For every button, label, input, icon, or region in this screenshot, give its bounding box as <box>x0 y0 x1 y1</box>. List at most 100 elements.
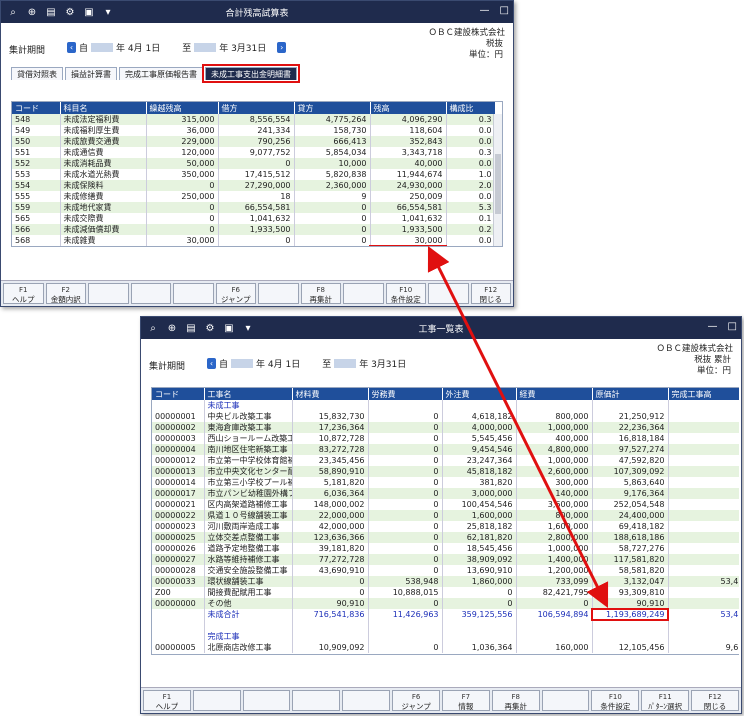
function-key-12[interactable]: F12 閉じる <box>470 283 511 304</box>
function-key-4[interactable] <box>292 690 341 711</box>
table-cell: 市立第一中学校体育館補修 <box>204 455 293 466</box>
prev-period-button[interactable]: ‹ <box>207 358 216 369</box>
table-cell: 1,000,000 <box>516 422 593 433</box>
function-key-6[interactable]: F6 ジャンプ <box>215 283 256 304</box>
function-key-4[interactable] <box>130 283 171 304</box>
table-cell: 00000028 <box>152 565 205 576</box>
tab-income-statement[interactable]: 損益計算書 <box>65 67 117 80</box>
search-plus-icon[interactable]: ⌕ <box>146 321 160 335</box>
column-header: 科目名 <box>60 102 147 114</box>
table-row[interactable]: 555 未成修繕費 250,000 18 9 250,009 0.0 <box>12 191 496 202</box>
table-row[interactable]: 553 未成水道光熱費 350,000 17,415,512 5,820,838 11,9… <box>12 169 496 180</box>
table-row[interactable]: 550 未成旅費交通費 229,000 790,256 666,413 352,843 0.… <box>12 136 496 147</box>
print-icon[interactable]: ▤ <box>44 5 58 19</box>
window-controls: — □ <box>480 5 509 16</box>
search-plus-icon[interactable]: ⌕ <box>6 5 20 19</box>
function-key-12[interactable]: F12 閉じる <box>691 690 739 711</box>
function-key-5[interactable] <box>173 283 214 304</box>
table-row[interactable]: 00000023 河川敷両岸造成工事 42,000,000 0 25,818,182 1,… <box>152 521 739 532</box>
minimize-icon[interactable]: — <box>480 5 490 16</box>
table-row[interactable]: 00000002 東海倉庫改築工事 17,236,364 0 4,000,000 1,00… <box>152 422 739 433</box>
function-key-9[interactable] <box>541 690 590 711</box>
table-row[interactable]: 00000026 道路予定地整備工事 39,181,820 0 18,545,456 1,… <box>152 543 739 554</box>
function-key-7[interactable] <box>258 283 299 304</box>
table-row[interactable]: 559 未成地代家賃 0 66,554,581 0 66,554,581 5.3 <box>12 202 496 213</box>
function-key-8[interactable]: F8 再集計 <box>300 283 341 304</box>
dropdown-icon[interactable]: ▾ <box>241 321 255 335</box>
table-row[interactable]: 551 未成通信費 120,000 9,077,752 5,854,034 3,343,7… <box>12 147 496 158</box>
function-key-7[interactable]: F7 情報 <box>441 690 490 711</box>
dropdown-icon[interactable]: ▾ <box>101 5 115 19</box>
table-row[interactable]: 00000013市立中央文化センター耐震補修58,890,910045,818,… <box>152 466 739 477</box>
table-row[interactable]: 548 未成法定福利費 315,000 8,556,554 4,775,264 4,096… <box>12 114 496 125</box>
table-row[interactable]: 00000000 その他 90,910 0 0 0 90,910 <box>152 598 739 609</box>
table-row[interactable]: 00000001 中央ビル改築工事 15,832,730 0 4,618,182 800,… <box>152 411 739 422</box>
function-key-10[interactable]: F10 条件設定 <box>591 690 640 711</box>
table-cell: 38,909,092 <box>442 554 517 565</box>
table-row[interactable]: 00000012市立第一中学校体育館補修23,345,456023,247,36… <box>152 455 739 466</box>
function-key-10[interactable]: F10 条件設定 <box>385 283 426 304</box>
function-key-11[interactable] <box>428 283 469 304</box>
function-key-2[interactable] <box>192 690 241 711</box>
table-row[interactable]: 00000022 県道１０号線舗装工事 22,000,000 0 1,600,000 80… <box>152 510 739 521</box>
function-key-11[interactable]: F11 ﾊﾟﾀｰﾝ選択 <box>641 690 690 711</box>
table-cell: 0.0 <box>446 191 496 202</box>
table-row[interactable]: 549 未成福利厚生費 36,000 241,334 158,730 118,604 0.0 <box>12 125 496 136</box>
function-key-3[interactable] <box>242 690 291 711</box>
scrollbar-thumb[interactable] <box>495 154 501 214</box>
print-icon[interactable]: ▤ <box>184 321 198 335</box>
table-row[interactable]: 566 未成減価償却費 0 1,933,500 0 1,933,500 0.2 <box>12 224 496 235</box>
function-key-2[interactable]: F2 金額内訳 <box>45 283 86 304</box>
tab-wip-detail[interactable]: 未成工事支出金明細書 <box>202 64 300 83</box>
function-key-1[interactable]: F1 ヘルプ <box>3 283 44 304</box>
function-key-3[interactable] <box>88 283 129 304</box>
table-row[interactable]: 00000005 北原商店改修工事 10,909,092 0 1,036,364 160,… <box>152 642 739 653</box>
year-from-field[interactable] <box>91 43 114 52</box>
table-row[interactable]: 00000027 水路等維持補修工事 77,272,728 0 38,909,092 1,… <box>152 554 739 565</box>
year-to-field[interactable] <box>334 359 357 368</box>
table-row[interactable]: 00000017市立パンビ幼稚園外構フェ6,036,36403,000,0001… <box>152 488 739 499</box>
zoom-icon[interactable]: ⊕ <box>165 321 179 335</box>
fkey-label: ジャンプ <box>221 295 251 304</box>
table-row[interactable]: 00000003 西山ショールーム改築工 10,872,728 0 5,545,456 4… <box>152 433 739 444</box>
prev-period-button[interactable]: ‹ <box>67 42 76 53</box>
function-key-9[interactable] <box>343 283 384 304</box>
table-row[interactable]: 00000025 立体交差点整備工事 123,636,366 0 62,181,820 2… <box>152 532 739 543</box>
table-cell: 241,334 <box>218 125 295 136</box>
table-row[interactable]: 568 未成雑費 30,000 0 0 30,000 0.0 <box>12 235 496 246</box>
settings-icon[interactable]: ⚙ <box>203 321 217 335</box>
table-row[interactable]: 00000028 交通安全施設整備工事 43,690,910 0 13,690,910 1… <box>152 565 739 576</box>
title-bar: ⌕ ⊕ ▤ ⚙ ▣ ▾ 工事一覧表 — □ <box>141 317 741 339</box>
table-row[interactable]: 00000021 区内高架道路補修工事 148,000,002 0 100,454,54… <box>152 499 739 510</box>
table-row[interactable]: 00000004 南川地区住宅新築工事 83,272,728 0 9,454,546 4,… <box>152 444 739 455</box>
year-to-field[interactable] <box>194 43 217 52</box>
table-row[interactable]: 554 未成保険料 0 27,290,000 2,360,000 24,930,000 2.… <box>12 180 496 191</box>
function-key-8[interactable]: F8 再集計 <box>491 690 540 711</box>
export-icon[interactable]: ▣ <box>82 5 96 19</box>
minimize-icon[interactable]: — <box>708 321 718 332</box>
maximize-icon[interactable]: □ <box>728 321 737 332</box>
maximize-icon[interactable]: □ <box>500 5 509 16</box>
table-cell: 69,418,182 <box>592 521 669 532</box>
function-key-1[interactable]: F1 ヘルプ <box>143 690 191 711</box>
table-row[interactable]: 552 未成消耗品費 50,000 0 10,000 40,000 0.0 <box>12 158 496 169</box>
table-cell: 0 <box>368 455 443 466</box>
table-row[interactable]: 00000014市立第三小学校プール補修5,181,8200381,820300… <box>152 477 739 488</box>
export-icon[interactable]: ▣ <box>222 321 236 335</box>
next-period-button[interactable]: › <box>277 42 287 53</box>
function-key-5[interactable] <box>342 690 391 711</box>
settings-icon[interactable]: ⚙ <box>63 5 77 19</box>
tab-balance-sheet[interactable]: 貸借対照表 <box>11 67 63 80</box>
table-row[interactable]: 00000033 環状線舗装工事 0 538,948 1,860,000 733,099 3… <box>152 576 739 587</box>
table-row[interactable]: Z00 間接費配賦用工事 0 10,888,015 0 82,421,795 93,309,… <box>152 587 739 598</box>
table-cell: 45,818,182 <box>442 466 517 477</box>
total-row[interactable]: 未成合計 716,541,836 11,426,963 359,125,556 106,… <box>152 608 739 621</box>
zoom-icon[interactable]: ⊕ <box>25 5 39 19</box>
function-key-6[interactable]: F6 ジャンプ <box>392 690 440 711</box>
total-row[interactable]: PRO10未成工事支出金計12,346,3001,397,372,798163,… <box>12 245 447 247</box>
table-cell: PRO10 <box>12 246 60 247</box>
table-row[interactable]: 565 未成交際費 0 1,041,632 0 1,041,632 0.1 <box>12 213 496 224</box>
tab-completed-cost-report[interactable]: 完成工事原価報告書 <box>119 67 203 80</box>
year-from-field[interactable] <box>231 359 254 368</box>
vertical-scrollbar[interactable] <box>493 114 502 246</box>
